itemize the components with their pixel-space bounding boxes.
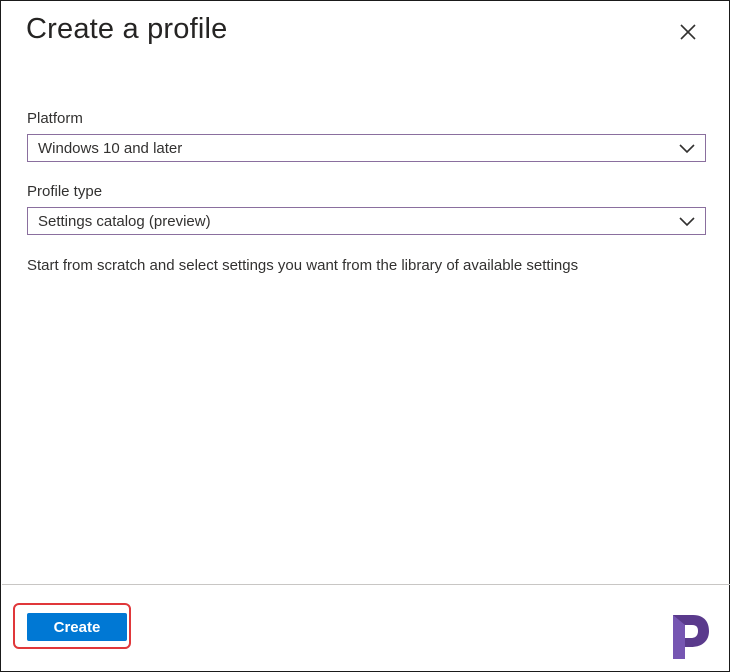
chevron-down-icon [679, 144, 695, 154]
create-button[interactable]: Create [27, 613, 127, 641]
create-profile-panel: Create a profile Platform Windows 10 and… [0, 0, 730, 672]
footer-divider [2, 584, 730, 585]
platform-dropdown[interactable]: Windows 10 and later [27, 134, 706, 162]
profile-type-label: Profile type [27, 183, 103, 200]
panel-title: Create a profile [26, 13, 228, 45]
profile-description: Start from scratch and select settings y… [27, 257, 579, 274]
brand-logo-icon [673, 615, 709, 659]
chevron-down-icon [679, 217, 695, 227]
platform-label: Platform [27, 110, 83, 127]
close-button[interactable] [673, 17, 703, 47]
profile-type-value: Settings catalog (preview) [38, 213, 211, 230]
close-icon [680, 24, 696, 40]
platform-value: Windows 10 and later [38, 140, 183, 157]
profile-type-dropdown[interactable]: Settings catalog (preview) [27, 207, 706, 235]
